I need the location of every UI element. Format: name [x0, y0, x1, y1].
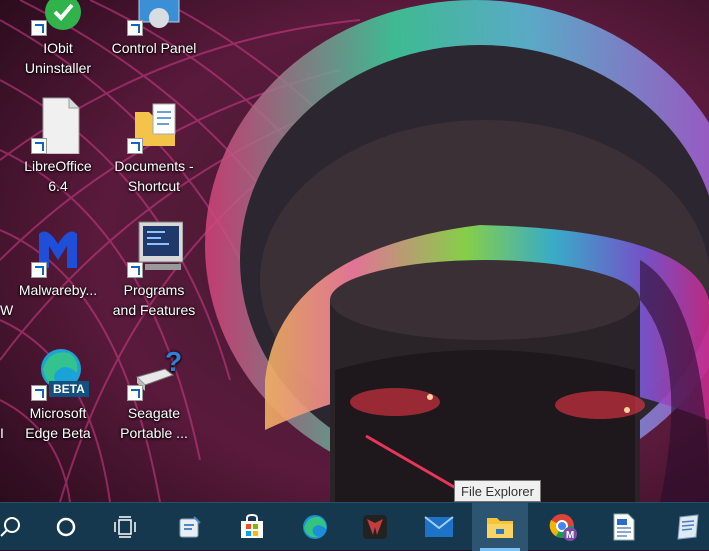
- search-icon: [0, 517, 20, 537]
- task-view-button[interactable]: [97, 503, 153, 551]
- shortcut-arrow-icon: [127, 138, 143, 154]
- documents-folder-icon: [125, 96, 183, 154]
- beta-badge: BETA: [49, 381, 89, 397]
- taskbar-app-chrome[interactable]: M: [535, 503, 591, 551]
- iobit-uninstaller-icon: [29, 0, 87, 36]
- control-panel-icon: [125, 0, 183, 36]
- shortcut-arrow-icon: [127, 385, 143, 401]
- desktop-icon-control-panel[interactable]: Control Panel: [107, 0, 201, 58]
- desktop-icon-label: Documents - Shortcut: [114, 158, 194, 194]
- chrome-icon: M: [549, 514, 577, 541]
- desktop-icon-label: IObit Uninstaller: [24, 40, 92, 76]
- desktop-icon-malwarebytes[interactable]: Malwareby...: [11, 220, 105, 300]
- libreoffice-icon: [29, 96, 87, 155]
- desktop-icon-label: Programs and Features: [112, 282, 196, 318]
- desktop-icon-label: Microsoft Edge Beta: [25, 405, 91, 441]
- desktop-icon-edge-beta[interactable]: BETA Microsoft Edge Beta: [11, 343, 105, 443]
- profile-badge: M: [566, 530, 574, 541]
- desktop-icon-documents-shortcut[interactable]: Documents - Shortcut: [107, 96, 201, 196]
- desktop-icon-label: Malwareby...: [18, 282, 98, 298]
- notepad-icon: [677, 514, 699, 540]
- desktop-icon-programs-and-features[interactable]: Programs and Features: [107, 220, 201, 320]
- programs-features-icon: [125, 220, 184, 278]
- desktop-icon-iobit-uninstaller[interactable]: IObit Uninstaller: [11, 0, 105, 78]
- shortcut-arrow-icon: [127, 262, 143, 278]
- taskbar-app-wordpad[interactable]: [596, 503, 652, 551]
- store-icon: [241, 513, 263, 538]
- taskbar-app-microsoft-store[interactable]: [224, 503, 280, 551]
- desktop-icon-seagate-portable[interactable]: ? Seagate Portable ...: [107, 343, 201, 443]
- taskbar-app-edge[interactable]: [287, 503, 343, 551]
- partial-icon-label: W: [0, 302, 14, 318]
- edge-beta-icon: BETA: [29, 343, 89, 401]
- shortcut-arrow-icon: [127, 20, 143, 36]
- cortana-icon: [56, 517, 76, 537]
- edge-icon: [303, 515, 327, 539]
- snip-app-icon: [179, 516, 201, 538]
- taskbar-app-notepad[interactable]: [660, 503, 709, 551]
- wordpad-icon: [613, 513, 635, 541]
- folder-icon: [487, 518, 513, 538]
- seagate-drive-icon: ?: [125, 343, 183, 401]
- svg-text:?: ?: [165, 346, 182, 377]
- mail-icon: [424, 516, 454, 537]
- partial-icon-label: I: [0, 425, 4, 441]
- file-explorer-tooltip: File Explorer: [454, 480, 541, 502]
- desktop-icon-libreoffice[interactable]: LibreOffice 6.4: [11, 96, 105, 196]
- task-view-icon: [114, 516, 136, 538]
- shortcut-arrow-icon: [31, 138, 47, 154]
- predator-icon: [363, 515, 387, 539]
- taskbar: M: [0, 502, 709, 551]
- malwarebytes-icon: [29, 220, 87, 278]
- taskbar-app-file-explorer[interactable]: [472, 503, 528, 551]
- desktop-icon-label: Seagate Portable ...: [120, 405, 188, 441]
- taskbar-app-predator[interactable]: [347, 503, 403, 551]
- shortcut-arrow-icon: [31, 20, 47, 36]
- taskbar-app-snip[interactable]: [162, 503, 218, 551]
- shortcut-arrow-icon: [31, 385, 47, 401]
- shortcut-arrow-icon: [31, 262, 47, 278]
- taskbar-app-mail[interactable]: [411, 503, 467, 551]
- desktop-icon-label: LibreOffice 6.4: [24, 158, 92, 194]
- search-button[interactable]: [0, 503, 38, 551]
- cortana-button[interactable]: [38, 503, 94, 551]
- desktop-icon-label: Control Panel: [111, 40, 197, 56]
